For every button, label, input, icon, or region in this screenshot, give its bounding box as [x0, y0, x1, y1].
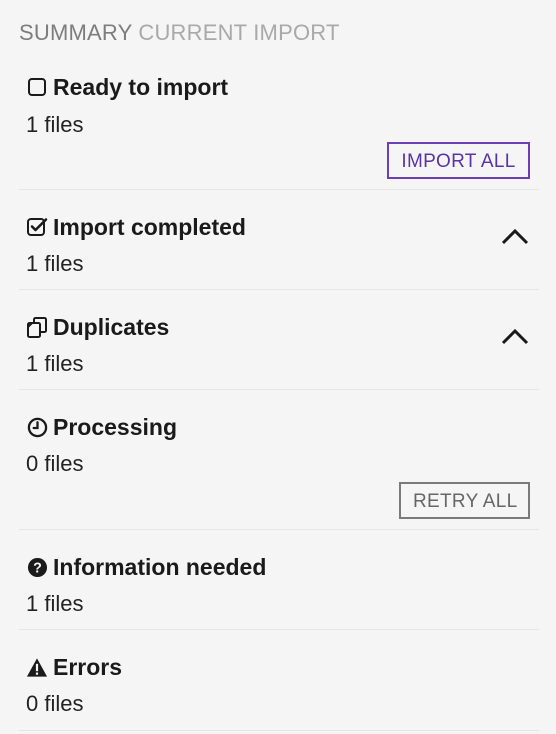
- section-errors: Errors 0 files: [19, 630, 539, 731]
- section-file-count: 0 files: [26, 451, 84, 476]
- import-summary-panel: SUMMARY CURRENT IMPORT Ready to import 1…: [0, 0, 556, 734]
- section-file-count: 1 files: [26, 112, 84, 137]
- section-ready-to-import: Ready to import 1 files IMPORT ALL: [19, 64, 539, 190]
- section-title: Import completed: [26, 213, 246, 241]
- svg-text:?: ?: [33, 560, 42, 576]
- section-title: Errors: [26, 653, 122, 681]
- section-title-label: Duplicates: [53, 314, 170, 340]
- section-file-count: 1 files: [26, 591, 84, 616]
- section-title: ? Information needed: [26, 553, 266, 581]
- chevron-up-icon[interactable]: [500, 226, 530, 246]
- section-information-needed: ? Information needed 1 files: [19, 530, 539, 630]
- chevron-up-icon[interactable]: [500, 326, 530, 346]
- section-file-count: 1 files: [26, 251, 84, 276]
- section-file-count: 0 files: [26, 691, 84, 716]
- section-title: Processing: [26, 413, 177, 441]
- section-file-count: 1 files: [26, 351, 84, 376]
- section-duplicates: Duplicates 1 files: [19, 290, 539, 390]
- warning-triangle-icon: [26, 656, 48, 678]
- section-title-label: Errors: [53, 654, 123, 680]
- section-title-label: Import completed: [53, 214, 246, 240]
- section-import-completed: Import completed 1 files: [19, 190, 539, 290]
- section-title: Duplicates: [26, 313, 169, 341]
- section-processing: Processing 0 files RETRY ALL: [19, 390, 539, 530]
- copy-icon: [26, 316, 48, 338]
- check-square-icon: [26, 216, 48, 238]
- section-title-label: Processing: [53, 414, 177, 440]
- header-current-import: CURRENT IMPORT: [138, 20, 340, 45]
- import-all-button[interactable]: IMPORT ALL: [387, 142, 530, 179]
- retry-all-button[interactable]: RETRY ALL: [399, 482, 530, 519]
- header-summary: SUMMARY: [19, 20, 133, 45]
- section-title: Ready to import: [26, 73, 228, 101]
- section-title-label: Information needed: [53, 554, 267, 580]
- square-outline-icon: [26, 76, 48, 98]
- section-title-label: Ready to import: [53, 74, 229, 100]
- panel-header: SUMMARY CURRENT IMPORT: [19, 20, 340, 46]
- question-circle-icon: ?: [26, 556, 48, 578]
- clock-icon: [26, 416, 48, 438]
